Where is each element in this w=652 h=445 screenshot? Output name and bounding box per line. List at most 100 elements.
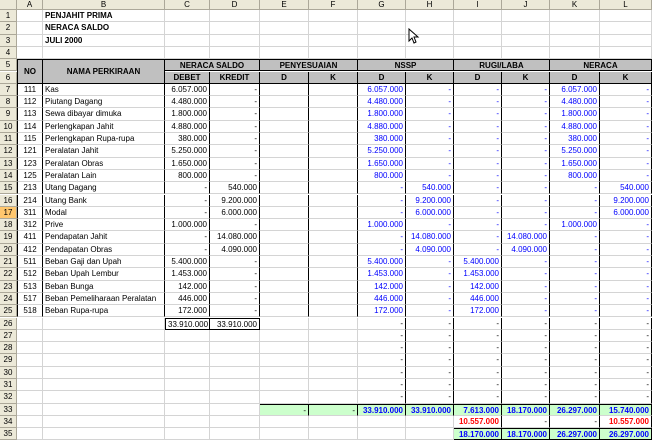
neraca-d[interactable]: - (550, 305, 600, 318)
neraca-k[interactable]: - (600, 145, 652, 158)
rugi-laba-d[interactable]: 446.000 (454, 292, 502, 306)
row-header-25[interactable]: 25 (0, 305, 17, 318)
neraca-d[interactable]: 1.000.000 (550, 219, 600, 232)
cell-C27[interactable] (165, 329, 210, 343)
header-debet[interactable]: DEBET (165, 71, 210, 84)
neraca-k[interactable]: - (600, 231, 652, 244)
neraca-k[interactable]: - (600, 120, 652, 133)
nssp-k[interactable]: - (406, 157, 454, 170)
penyesuaian-k[interactable] (309, 96, 358, 109)
nssp-k[interactable]: - (406, 169, 454, 183)
rugi-laba-k[interactable]: - (502, 305, 550, 318)
penyesuaian-k[interactable] (309, 206, 358, 220)
cell-A2[interactable] (17, 22, 43, 35)
empty-value[interactable]: - (406, 329, 454, 343)
cell-E29[interactable] (260, 354, 309, 367)
rugi-laba-k[interactable]: - (502, 194, 550, 207)
penyesuaian-d[interactable] (260, 120, 309, 133)
saldo-debet[interactable]: 6.057.000 (165, 83, 210, 97)
penyesuaian-d[interactable] (260, 157, 309, 170)
cell-A28[interactable] (17, 342, 43, 355)
cell-G1[interactable] (358, 10, 406, 23)
cell-H1[interactable] (406, 10, 454, 23)
penyesuaian-d[interactable] (260, 194, 309, 207)
empty-value[interactable]: - (502, 366, 550, 379)
nssp-d[interactable]: 5.400.000 (358, 256, 406, 269)
saldo-kredit[interactable]: 4.090.000 (210, 243, 260, 256)
saldo-debet[interactable]: 446.000 (165, 292, 210, 306)
saldo-kredit[interactable]: - (210, 292, 260, 306)
cell-A26[interactable] (17, 317, 43, 330)
penyesuaian-k[interactable] (309, 194, 358, 207)
empty-value[interactable]: - (550, 366, 600, 379)
neraca-k[interactable]: - (600, 219, 652, 232)
empty-value[interactable]: - (406, 342, 454, 355)
spreadsheet-grid[interactable]: A B C D E F G H I J K L 1 2 3 4 5 6 7 8 9 10 11 12 13 14 15 16 17 18 1… (0, 0, 652, 445)
cell-F30[interactable] (309, 366, 358, 379)
empty-value[interactable]: - (454, 354, 502, 367)
rugi-laba-k[interactable]: - (502, 120, 550, 133)
penyesuaian-k[interactable] (309, 280, 358, 293)
row-header-20[interactable]: 20 (0, 243, 17, 256)
saldo-kredit[interactable]: - (210, 145, 260, 158)
empty-value[interactable]: - (502, 391, 550, 404)
column-header-I[interactable]: I (454, 0, 502, 10)
empty-value[interactable]: - (454, 391, 502, 404)
neraca-k[interactable]: 6.000.000 (600, 206, 652, 220)
saldo-debet[interactable]: 1.453.000 (165, 268, 210, 281)
account-name[interactable]: Peralatan Jahit (43, 145, 165, 158)
neraca-d[interactable]: - (550, 243, 600, 256)
neraca-k[interactable]: - (600, 243, 652, 256)
penyesuaian-d[interactable] (260, 206, 309, 220)
neraca-d[interactable]: - (550, 292, 600, 306)
nssp-k[interactable]: - (406, 133, 454, 146)
rugi-laba-d[interactable]: - (454, 83, 502, 97)
account-no[interactable]: 213 (17, 182, 43, 195)
cell-D3[interactable] (210, 34, 260, 47)
nssp-k[interactable]: 4.090.000 (406, 243, 454, 256)
cell-J4[interactable] (502, 46, 550, 60)
account-name[interactable]: Utang Dagang (43, 182, 165, 195)
cell-K3[interactable] (550, 34, 600, 47)
cell-L1[interactable] (600, 10, 652, 23)
empty-value[interactable]: - (358, 379, 406, 392)
rugi-laba-k[interactable]: - (502, 206, 550, 220)
cell-A33[interactable] (17, 403, 43, 416)
saldo-debet[interactable]: 1.800.000 (165, 108, 210, 121)
nssp-k[interactable]: - (406, 120, 454, 133)
account-no[interactable]: 111 (17, 83, 43, 97)
penyesuaian-d[interactable] (260, 268, 309, 281)
saldo-kredit[interactable]: - (210, 157, 260, 170)
row-header-1[interactable]: 1 (0, 10, 17, 23)
cell-F29[interactable] (309, 354, 358, 367)
total-rugi-laba-d[interactable]: 7.613.000 (454, 403, 502, 416)
nssp-k[interactable]: - (406, 268, 454, 281)
saldo-kredit[interactable]: - (210, 219, 260, 232)
penyesuaian-d[interactable] (260, 83, 309, 97)
column-header-B[interactable]: B (43, 0, 165, 10)
account-name[interactable]: Perlengkapan Rupa-rupa (43, 133, 165, 146)
account-no[interactable]: 411 (17, 231, 43, 244)
saldo-debet[interactable]: 800.000 (165, 169, 210, 183)
penyesuaian-d[interactable] (260, 96, 309, 109)
neraca-d[interactable]: 4.480.000 (550, 96, 600, 109)
account-no[interactable]: 123 (17, 157, 43, 170)
saldo-debet[interactable]: 4.480.000 (165, 96, 210, 109)
penyesuaian-d[interactable] (260, 169, 309, 183)
header-nssp[interactable]: NSSP (358, 59, 454, 72)
cell-C35[interactable] (165, 428, 210, 441)
title-report[interactable]: NERACA SALDO (43, 22, 210, 35)
cell-C29[interactable] (165, 354, 210, 367)
neraca-d[interactable]: 1.800.000 (550, 108, 600, 121)
balance-neraca-k[interactable]: 26.297.000 (600, 428, 652, 441)
cell-K2[interactable] (550, 22, 600, 35)
nssp-k[interactable]: - (406, 219, 454, 232)
neraca-k[interactable]: - (600, 108, 652, 121)
total-penyesuaian-k[interactable]: - (309, 403, 358, 416)
rugi-laba-d[interactable]: - (454, 182, 502, 195)
nssp-d[interactable]: 1.000.000 (358, 219, 406, 232)
empty-value[interactable]: - (600, 366, 652, 379)
empty-value[interactable]: - (600, 342, 652, 355)
penyesuaian-k[interactable] (309, 231, 358, 244)
cell-A4[interactable] (17, 46, 43, 60)
